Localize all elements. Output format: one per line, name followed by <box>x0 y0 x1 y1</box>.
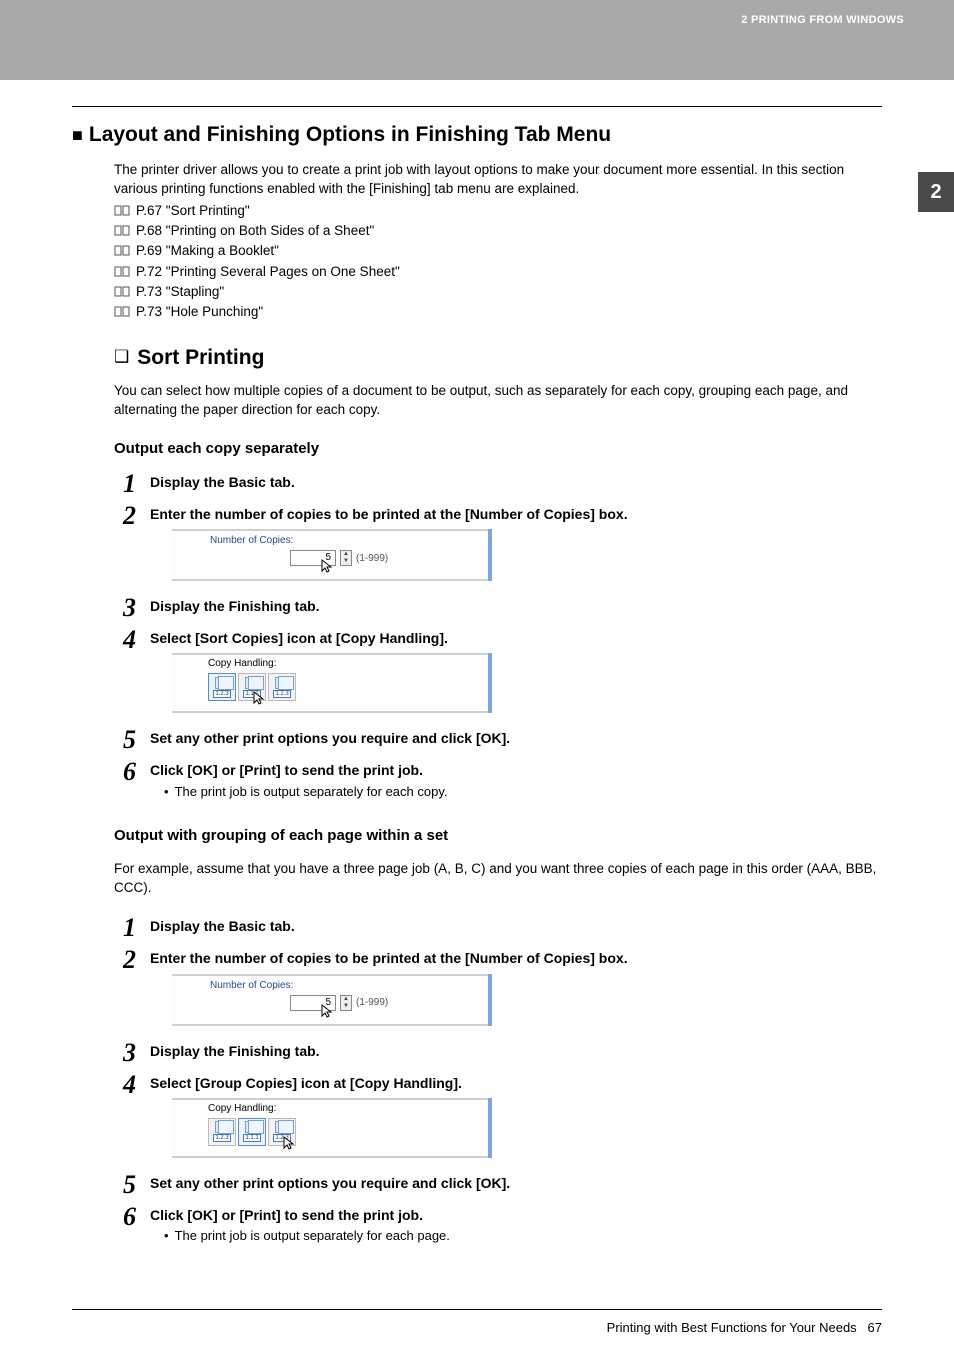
icon-caption: 1.2.3 <box>213 1134 230 1142</box>
step-number: 5 <box>114 727 136 753</box>
screenshot-copy-handling-sort: Copy Handling: 1.2.3 1.1.1 1.2.3 <box>172 653 492 713</box>
spinner-icon[interactable] <box>340 550 352 566</box>
step-title: Select [Sort Copies] icon at [Copy Handl… <box>150 629 882 647</box>
step-number: 6 <box>114 1204 136 1230</box>
reference-text: P.73 "Stapling" <box>136 282 224 302</box>
step-title: Display the Finishing tab. <box>150 1042 882 1060</box>
book-icon <box>114 225 130 237</box>
step-number: 6 <box>114 759 136 785</box>
section-b-steps: 1 Display the Basic tab. 2 Enter the num… <box>114 917 882 1243</box>
step-title: Display the Basic tab. <box>150 473 882 491</box>
book-icon <box>114 286 130 298</box>
header-bar: 2 PRINTING FROM WINDOWS <box>0 0 954 80</box>
main-heading: Layout and Finishing Options in Finishin… <box>72 123 882 147</box>
reference-item[interactable]: P.67 "Sort Printing" <box>114 201 882 221</box>
screenshot-number-of-copies: Number of Copies: 5 (1-999) <box>172 529 492 581</box>
sort-copies-icon[interactable]: 1.2.3 <box>208 673 236 701</box>
icon-caption: 1.2.3 <box>213 690 230 698</box>
step-number: 5 <box>114 1172 136 1198</box>
step: 6 Click [OK] or [Print] to send the prin… <box>114 1206 882 1243</box>
screenshot-number-of-copies: Number of Copies: 5 (1-999) <box>172 974 492 1026</box>
section-b-para: For example, assume that you have a thre… <box>114 860 882 898</box>
screenshot-copy-handling-group: Copy Handling: 1.2.3 1.1.1 1.2.3 <box>172 1098 492 1158</box>
book-icon <box>114 245 130 257</box>
reference-text: P.73 "Hole Punching" <box>136 302 263 322</box>
reference-item[interactable]: P.69 "Making a Booklet" <box>114 241 882 261</box>
page-number: 67 <box>868 1320 882 1335</box>
reference-text: P.67 "Sort Printing" <box>136 201 250 221</box>
step: 3 Display the Finishing tab. <box>114 1042 882 1068</box>
step: 1 Display the Basic tab. <box>114 473 882 499</box>
chapter-tab: 2 <box>918 172 954 212</box>
sub-intro: You can select how multiple copies of a … <box>114 382 882 420</box>
book-icon <box>114 266 130 278</box>
book-icon <box>114 205 130 217</box>
rotate-copies-icon[interactable]: 1.2.3 <box>268 673 296 701</box>
page-footer: Printing with Best Functions for Your Ne… <box>72 1309 882 1335</box>
section-b-title: Output with grouping of each page within… <box>114 827 882 844</box>
step: 6 Click [OK] or [Print] to send the prin… <box>114 761 882 798</box>
icon-caption: 1.2.3 <box>273 690 290 698</box>
ch-label: Copy Handling: <box>208 1103 476 1114</box>
spinner-icon[interactable] <box>340 995 352 1011</box>
cursor-icon <box>320 1003 336 1022</box>
step-number: 1 <box>114 471 136 497</box>
reference-text: P.68 "Printing on Both Sides of a Sheet" <box>136 221 374 241</box>
noc-label: Number of Copies: <box>210 980 476 991</box>
section-a-steps: 1 Display the Basic tab. 2 Enter the num… <box>114 473 882 799</box>
step-bullet: The print job is output separately for e… <box>164 1228 882 1243</box>
intro-paragraph: The printer driver allows you to create … <box>114 161 882 199</box>
cursor-icon <box>282 1135 298 1156</box>
top-rule <box>72 106 882 107</box>
reference-item[interactable]: P.73 "Hole Punching" <box>114 302 882 322</box>
icon-caption: 1.1.1 <box>243 1134 260 1142</box>
step-number: 4 <box>114 627 136 653</box>
step-title: Select [Group Copies] icon at [Copy Hand… <box>150 1074 882 1092</box>
step: 2 Enter the number of copies to be print… <box>114 505 882 591</box>
group-copies-icon[interactable]: 1.1.1 <box>238 1118 266 1146</box>
page-content: Layout and Finishing Options in Finishin… <box>0 80 954 1269</box>
step-title: Set any other print options you require … <box>150 1174 882 1192</box>
noc-range: (1-999) <box>356 553 388 564</box>
step-number: 3 <box>114 595 136 621</box>
reference-item[interactable]: P.68 "Printing on Both Sides of a Sheet" <box>114 221 882 241</box>
footer-text: Printing with Best Functions for Your Ne… <box>607 1320 857 1335</box>
step: 1 Display the Basic tab. <box>114 917 882 943</box>
step-number: 2 <box>114 503 136 529</box>
noc-range: (1-999) <box>356 997 388 1008</box>
step-title: Click [OK] or [Print] to send the print … <box>150 1206 882 1224</box>
step-bullet: The print job is output separately for e… <box>164 784 882 799</box>
step: 3 Display the Finishing tab. <box>114 597 882 623</box>
reference-list: P.67 "Sort Printing" P.68 "Printing on B… <box>114 201 882 323</box>
ch-label: Copy Handling: <box>208 658 476 669</box>
step-title: Enter the number of copies to be printed… <box>150 505 882 523</box>
section-a-title: Output each copy separately <box>114 440 882 457</box>
step-title: Display the Finishing tab. <box>150 597 882 615</box>
step: 4 Select [Sort Copies] icon at [Copy Han… <box>114 629 882 723</box>
reference-text: P.72 "Printing Several Pages on One Shee… <box>136 262 400 282</box>
step: 2 Enter the number of copies to be print… <box>114 949 882 1035</box>
step-number: 1 <box>114 915 136 941</box>
reference-item[interactable]: P.73 "Stapling" <box>114 282 882 302</box>
book-icon <box>114 306 130 318</box>
sub-heading: Sort Printing <box>114 346 882 370</box>
step-title: Enter the number of copies to be printed… <box>150 949 882 967</box>
reference-item[interactable]: P.72 "Printing Several Pages on One Shee… <box>114 262 882 282</box>
noc-label: Number of Copies: <box>210 535 476 546</box>
reference-text: P.69 "Making a Booklet" <box>136 241 279 261</box>
step-number: 2 <box>114 947 136 973</box>
cursor-icon <box>320 558 336 577</box>
step-number: 3 <box>114 1040 136 1066</box>
step-title: Display the Basic tab. <box>150 917 882 935</box>
step-title: Click [OK] or [Print] to send the print … <box>150 761 882 779</box>
cursor-icon <box>252 690 268 711</box>
step: 5 Set any other print options you requir… <box>114 1174 882 1200</box>
step: 4 Select [Group Copies] icon at [Copy Ha… <box>114 1074 882 1168</box>
breadcrumb: 2 PRINTING FROM WINDOWS <box>741 14 904 26</box>
sort-copies-icon[interactable]: 1.2.3 <box>208 1118 236 1146</box>
step-number: 4 <box>114 1072 136 1098</box>
step-title: Set any other print options you require … <box>150 729 882 747</box>
step: 5 Set any other print options you requir… <box>114 729 882 755</box>
